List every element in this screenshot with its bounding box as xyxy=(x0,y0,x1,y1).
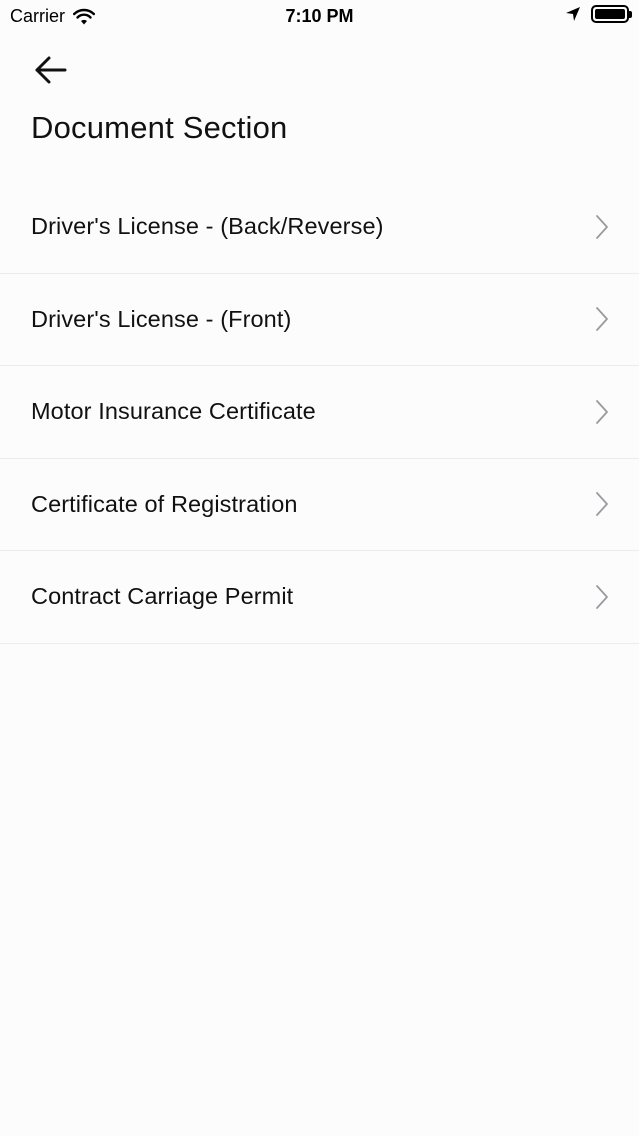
status-right xyxy=(565,5,632,23)
document-item-certificate-of-registration[interactable]: Certificate of Registration xyxy=(0,459,639,551)
battery-icon xyxy=(591,5,632,23)
document-item-motor-insurance-certificate[interactable]: Motor Insurance Certificate xyxy=(0,366,639,459)
location-arrow-icon xyxy=(566,7,580,21)
chevron-right-icon xyxy=(596,214,608,239)
document-item-drivers-license-front[interactable]: Driver's License - (Front) xyxy=(0,274,639,366)
document-item-label: Driver's License - (Front) xyxy=(31,305,292,332)
document-list: Driver's License - (Back/Reverse) Driver… xyxy=(0,181,639,644)
chevron-right-icon xyxy=(596,584,608,609)
screen: Carrier 7:10 PM Document Section Driver'… xyxy=(0,0,639,1136)
status-bar: Carrier 7:10 PM xyxy=(0,0,639,34)
back-button[interactable] xyxy=(30,50,70,90)
document-item-label: Contract Carriage Permit xyxy=(31,583,294,610)
status-time: 7:10 PM xyxy=(285,6,354,26)
battery-fill xyxy=(595,9,625,19)
page-title: Document Section xyxy=(31,110,288,145)
battery-tip xyxy=(629,11,632,18)
document-item-contract-carriage-permit[interactable]: Contract Carriage Permit xyxy=(0,551,639,644)
document-item-label: Certificate of Registration xyxy=(31,490,298,517)
document-item-label: Motor Insurance Certificate xyxy=(31,398,316,425)
chevron-right-icon xyxy=(596,399,608,424)
chevron-right-icon xyxy=(596,492,608,517)
chevron-right-icon xyxy=(596,307,608,332)
document-item-drivers-license-back[interactable]: Driver's License - (Back/Reverse) xyxy=(0,181,639,274)
arrow-left-icon xyxy=(35,56,67,84)
document-item-label: Driver's License - (Back/Reverse) xyxy=(31,213,384,240)
